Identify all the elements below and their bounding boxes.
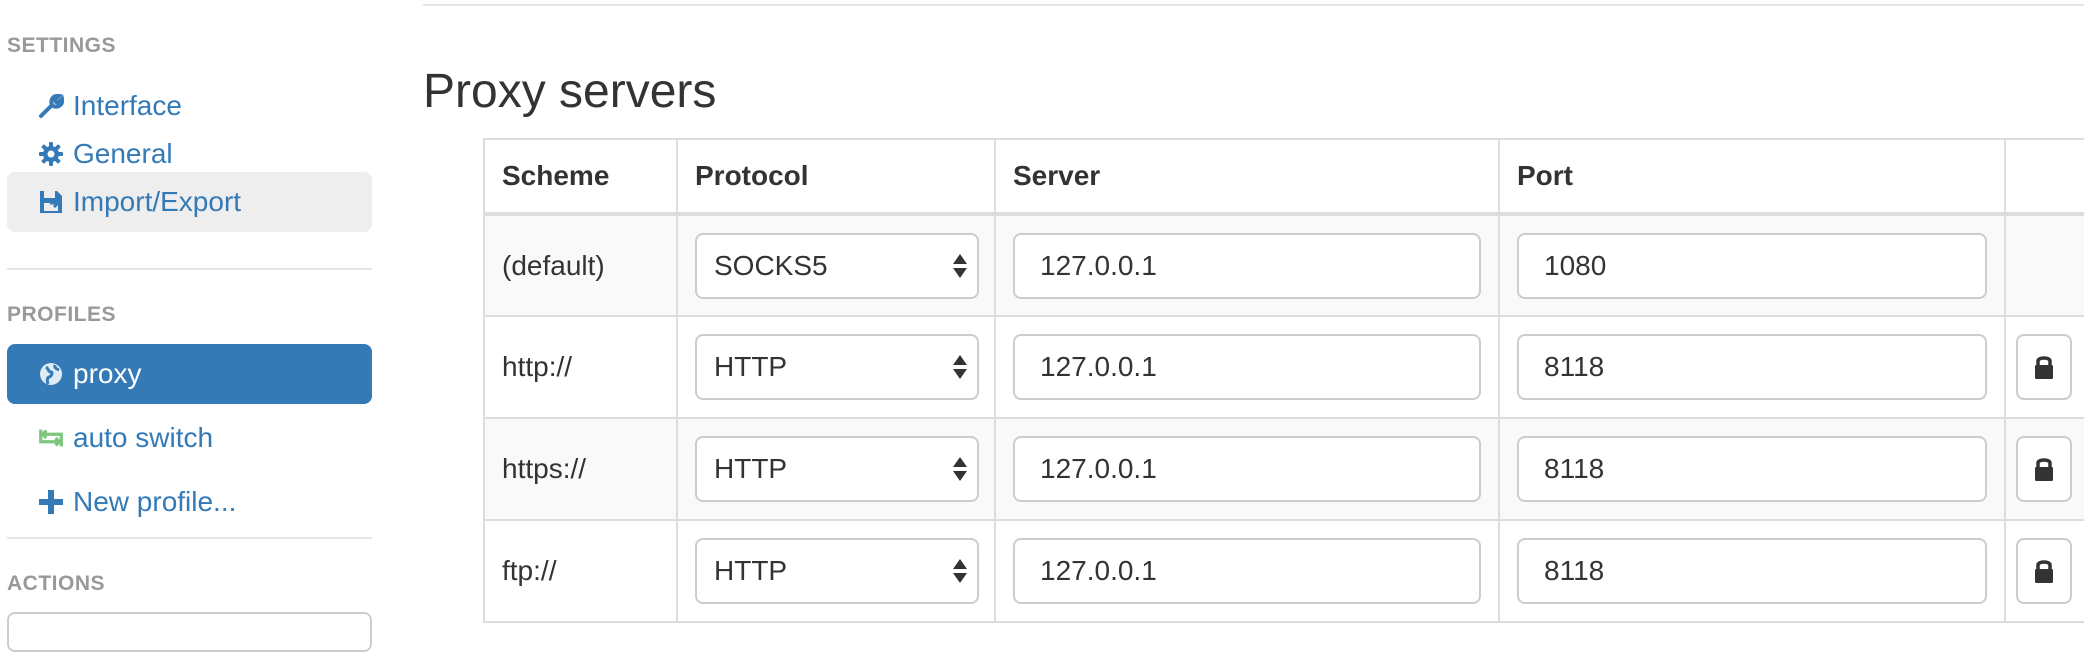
lock-icon	[2035, 560, 2053, 583]
table-row: (default) SOCKS5	[483, 213, 2084, 317]
column-header-actions	[2004, 138, 2084, 216]
protocol-cell: HTTP	[676, 519, 996, 623]
sidebar-item-label: Import/Export	[73, 186, 242, 217]
settings-header: SETTINGS	[7, 34, 117, 57]
sidebar-divider	[7, 268, 372, 270]
table-row: ftp:// HTTP	[483, 519, 2084, 623]
wrench-icon	[37, 92, 65, 120]
sidebar: SETTINGS Interface General Import/Export…	[0, 0, 380, 652]
proxy-servers-table: Scheme Protocol Server Port (default) SO…	[483, 138, 2084, 623]
select-caret-icon	[953, 253, 967, 278]
column-header-port: Port	[1498, 138, 2006, 216]
protocol-select[interactable]: HTTP	[695, 538, 979, 604]
protocol-cell: HTTP	[676, 417, 996, 521]
profiles-header: PROFILES	[7, 303, 117, 326]
port-cell	[1498, 519, 2006, 623]
server-input[interactable]	[1013, 436, 1481, 502]
port-cell	[1498, 315, 2006, 419]
lock-button[interactable]	[2016, 436, 2072, 502]
action-button[interactable]	[7, 612, 372, 652]
scheme-cell: http://	[483, 315, 678, 419]
scheme-cell: https://	[483, 417, 678, 521]
port-input[interactable]	[1517, 232, 1987, 299]
actions-header: ACTIONS	[7, 572, 105, 595]
action-cell	[2004, 213, 2084, 317]
server-cell	[994, 315, 1500, 419]
protocol-select[interactable]: SOCKS5	[695, 232, 979, 299]
server-input[interactable]	[1013, 334, 1481, 400]
column-header-protocol: Protocol	[676, 138, 996, 216]
scheme-cell: (default)	[483, 213, 678, 317]
port-input[interactable]	[1517, 334, 1987, 400]
plus-icon	[37, 488, 65, 516]
top-divider	[423, 4, 2084, 6]
sidebar-item-auto-switch[interactable]: auto switch	[7, 408, 372, 468]
protocol-select-value: SOCKS5	[714, 249, 828, 281]
table-row: https:// HTTP	[483, 417, 2084, 521]
action-cell	[2004, 417, 2084, 521]
globe-icon	[37, 360, 65, 388]
lock-button[interactable]	[2016, 334, 2072, 400]
protocol-select-value: HTTP	[714, 555, 788, 586]
server-cell	[994, 519, 1500, 623]
sidebar-item-new-profile[interactable]: New profile...	[7, 472, 372, 532]
select-caret-icon	[953, 355, 967, 379]
action-cell	[2004, 519, 2084, 623]
table-row: http:// HTTP	[483, 315, 2084, 419]
sidebar-item-label: New profile...	[73, 486, 237, 517]
sidebar-item-label: proxy	[73, 358, 142, 389]
table-header-row: Scheme Protocol Server Port	[483, 138, 2084, 216]
protocol-select[interactable]: HTTP	[695, 436, 979, 502]
column-header-scheme: Scheme	[483, 138, 678, 216]
sidebar-item-label: Interface	[73, 90, 182, 121]
select-caret-icon	[953, 559, 967, 583]
floppy-disk-icon	[37, 188, 65, 216]
protocol-select-value: HTTP	[714, 453, 788, 484]
sidebar-item-label: auto switch	[73, 422, 214, 453]
lock-icon	[2035, 458, 2053, 481]
protocol-cell: SOCKS5	[676, 213, 996, 317]
server-input[interactable]	[1013, 232, 1481, 299]
select-caret-icon	[953, 457, 967, 481]
action-cell	[2004, 315, 2084, 419]
sidebar-item-import-export[interactable]: Import/Export	[7, 172, 372, 232]
protocol-select-value: HTTP	[714, 351, 788, 382]
port-input[interactable]	[1517, 436, 1987, 502]
lock-icon	[2035, 356, 2053, 379]
port-input[interactable]	[1517, 538, 1987, 604]
server-cell	[994, 417, 1500, 521]
scheme-cell: ftp://	[483, 519, 678, 623]
server-input[interactable]	[1013, 538, 1481, 604]
sidebar-item-proxy[interactable]: proxy	[7, 344, 372, 404]
port-cell	[1498, 213, 2006, 317]
protocol-select[interactable]: HTTP	[695, 334, 979, 400]
sidebar-divider	[7, 537, 372, 539]
sidebar-item-label: General	[73, 138, 173, 169]
protocol-cell: HTTP	[676, 315, 996, 419]
column-header-server: Server	[994, 138, 1500, 216]
gear-icon	[37, 140, 65, 168]
page-title: Proxy servers	[423, 65, 717, 118]
switch-arrows-icon	[37, 424, 65, 452]
server-cell	[994, 213, 1500, 317]
lock-button[interactable]	[2016, 538, 2072, 604]
port-cell	[1498, 417, 2006, 521]
